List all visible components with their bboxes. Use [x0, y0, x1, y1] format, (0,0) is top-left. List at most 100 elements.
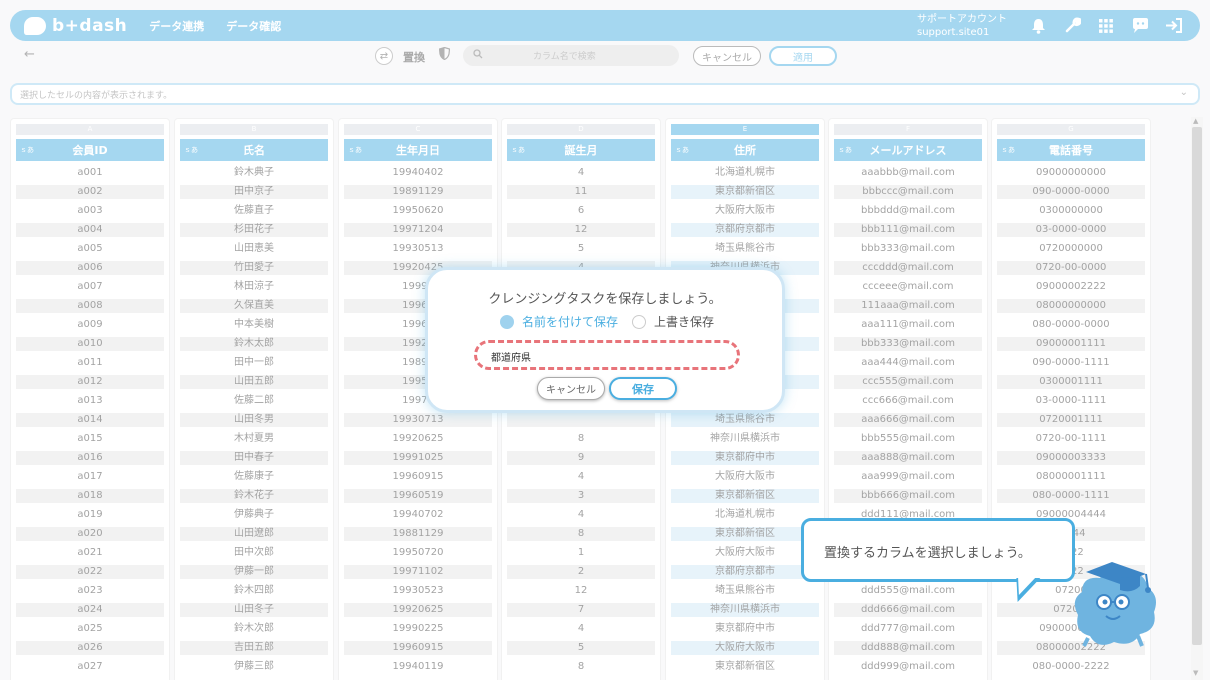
table-cell[interactable]: 山田冬子: [180, 603, 328, 617]
radio-save-with-name[interactable]: 名前を付けて保存: [500, 313, 618, 330]
shield-icon[interactable]: [438, 46, 451, 63]
table-cell[interactable]: 杉田花子: [180, 223, 328, 237]
table-cell[interactable]: 6: [507, 204, 655, 218]
table-cell[interactable]: a012: [16, 375, 164, 389]
table-cell[interactable]: 19991025: [344, 451, 492, 465]
table-cell[interactable]: 090-0000-1111: [997, 356, 1145, 370]
table-cell[interactable]: a022: [16, 565, 164, 579]
table-cell[interactable]: a008: [16, 299, 164, 313]
table-cell[interactable]: 19881129: [344, 527, 492, 541]
scroll-up-arrow-icon[interactable]: ▲: [1193, 117, 1198, 125]
logout-icon[interactable]: [1164, 16, 1184, 36]
table-cell[interactable]: ccc666@mail.com: [834, 394, 982, 408]
table-cell[interactable]: 12: [507, 584, 655, 598]
column-header[interactable]: ｓあ 電話番号: [997, 139, 1145, 161]
table-cell[interactable]: 4: [507, 166, 655, 180]
column-header[interactable]: ｓあ メールアドレス: [834, 139, 982, 161]
table-cell[interactable]: 大阪府大阪市: [671, 641, 819, 655]
table-cell[interactable]: 4: [507, 622, 655, 636]
table-cell[interactable]: a020: [16, 527, 164, 541]
table-cell[interactable]: a004: [16, 223, 164, 237]
table-cell[interactable]: [507, 413, 655, 427]
table-cell[interactable]: 佐藤二郎: [180, 394, 328, 408]
column-header[interactable]: ｓあ 会員ID: [16, 139, 164, 161]
table-cell[interactable]: a002: [16, 185, 164, 199]
radio-overwrite[interactable]: 上書き保存: [632, 313, 714, 330]
table-cell[interactable]: aaa444@mail.com: [834, 356, 982, 370]
table-cell[interactable]: ccc555@mail.com: [834, 375, 982, 389]
table-cell[interactable]: a013: [16, 394, 164, 408]
back-arrow-icon[interactable]: ←: [24, 47, 35, 62]
table-cell[interactable]: aaa888@mail.com: [834, 451, 982, 465]
table-cell[interactable]: 7: [507, 603, 655, 617]
bell-icon[interactable]: [1028, 16, 1048, 36]
table-cell[interactable]: a024: [16, 603, 164, 617]
table-cell[interactable]: 京都府京都市: [671, 223, 819, 237]
table-cell[interactable]: a027: [16, 660, 164, 674]
table-cell[interactable]: cccddd@mail.com: [834, 261, 982, 275]
table-cell[interactable]: 山田五郎: [180, 375, 328, 389]
table-cell[interactable]: a005: [16, 242, 164, 256]
table-cell[interactable]: 4: [507, 470, 655, 484]
table-cell[interactable]: 19891129: [344, 185, 492, 199]
table-cell[interactable]: 東京都新宿区: [671, 185, 819, 199]
table-cell[interactable]: 田中春子: [180, 451, 328, 465]
task-name-input[interactable]: 都道府県: [474, 340, 740, 370]
table-cell[interactable]: 090-0000-0000: [997, 185, 1145, 199]
column-letter[interactable]: G: [997, 124, 1145, 135]
scrollbar-thumb[interactable]: [1192, 127, 1202, 645]
table-cell[interactable]: 19930523: [344, 584, 492, 598]
table-cell[interactable]: a003: [16, 204, 164, 218]
table-cell[interactable]: ddd777@mail.com: [834, 622, 982, 636]
table-cell[interactable]: 4: [507, 508, 655, 522]
table-cell[interactable]: 19930513: [344, 242, 492, 256]
table-cell[interactable]: 2: [507, 565, 655, 579]
table-cell[interactable]: 0720001111: [997, 413, 1145, 427]
table-cell[interactable]: ddd888@mail.com: [834, 641, 982, 655]
account-info[interactable]: サポートアカウント support.site01: [917, 13, 1007, 39]
table-cell[interactable]: 伊藤三郎: [180, 660, 328, 674]
table-cell[interactable]: 19940402: [344, 166, 492, 180]
table-cell[interactable]: 木村夏男: [180, 432, 328, 446]
column-letter[interactable]: C: [344, 124, 492, 135]
table-cell[interactable]: a018: [16, 489, 164, 503]
table-cell[interactable]: 8: [507, 527, 655, 541]
table-cell[interactable]: 鈴木次郎: [180, 622, 328, 636]
table-cell[interactable]: 19920625: [344, 432, 492, 446]
nav-link-data-check[interactable]: データ確認: [226, 18, 281, 34]
table-cell[interactable]: 080-0000-0000: [997, 318, 1145, 332]
table-cell[interactable]: 吉田五郎: [180, 641, 328, 655]
table-cell[interactable]: 5: [507, 641, 655, 655]
table-cell[interactable]: a001: [16, 166, 164, 180]
table-cell[interactable]: 田中一郎: [180, 356, 328, 370]
table-cell[interactable]: 11: [507, 185, 655, 199]
table-cell[interactable]: 19920625: [344, 603, 492, 617]
column-letter[interactable]: B: [180, 124, 328, 135]
table-cell[interactable]: 田中次郎: [180, 546, 328, 560]
table-cell[interactable]: 19960519: [344, 489, 492, 503]
table-cell[interactable]: 神奈川県横浜市: [671, 432, 819, 446]
table-cell[interactable]: 鈴木花子: [180, 489, 328, 503]
table-cell[interactable]: 東京都府中市: [671, 451, 819, 465]
table-cell[interactable]: a016: [16, 451, 164, 465]
wrench-icon[interactable]: [1062, 16, 1082, 36]
column-header[interactable]: ｓあ 誕生月: [507, 139, 655, 161]
table-cell[interactable]: a010: [16, 337, 164, 351]
table-cell[interactable]: 大阪府大阪市: [671, 470, 819, 484]
table-cell[interactable]: 19940119: [344, 660, 492, 674]
table-cell[interactable]: 山田恵美: [180, 242, 328, 256]
table-cell[interactable]: 19950720: [344, 546, 492, 560]
table-cell[interactable]: 鈴木四郎: [180, 584, 328, 598]
table-cell[interactable]: 0720-00-1111: [997, 432, 1145, 446]
table-cell[interactable]: 080-0000-2222: [997, 660, 1145, 674]
table-cell[interactable]: aaa999@mail.com: [834, 470, 982, 484]
table-cell[interactable]: 111aaa@mail.com: [834, 299, 982, 313]
table-cell[interactable]: 山田冬男: [180, 413, 328, 427]
apps-grid-icon[interactable]: [1096, 16, 1116, 36]
table-cell[interactable]: 03-0000-1111: [997, 394, 1145, 408]
table-cell[interactable]: ccceee@mail.com: [834, 280, 982, 294]
table-cell[interactable]: 8: [507, 660, 655, 674]
table-cell[interactable]: 北海道札幌市: [671, 508, 819, 522]
table-cell[interactable]: 東京都新宿区: [671, 527, 819, 541]
table-cell[interactable]: 埼玉県熊谷市: [671, 584, 819, 598]
